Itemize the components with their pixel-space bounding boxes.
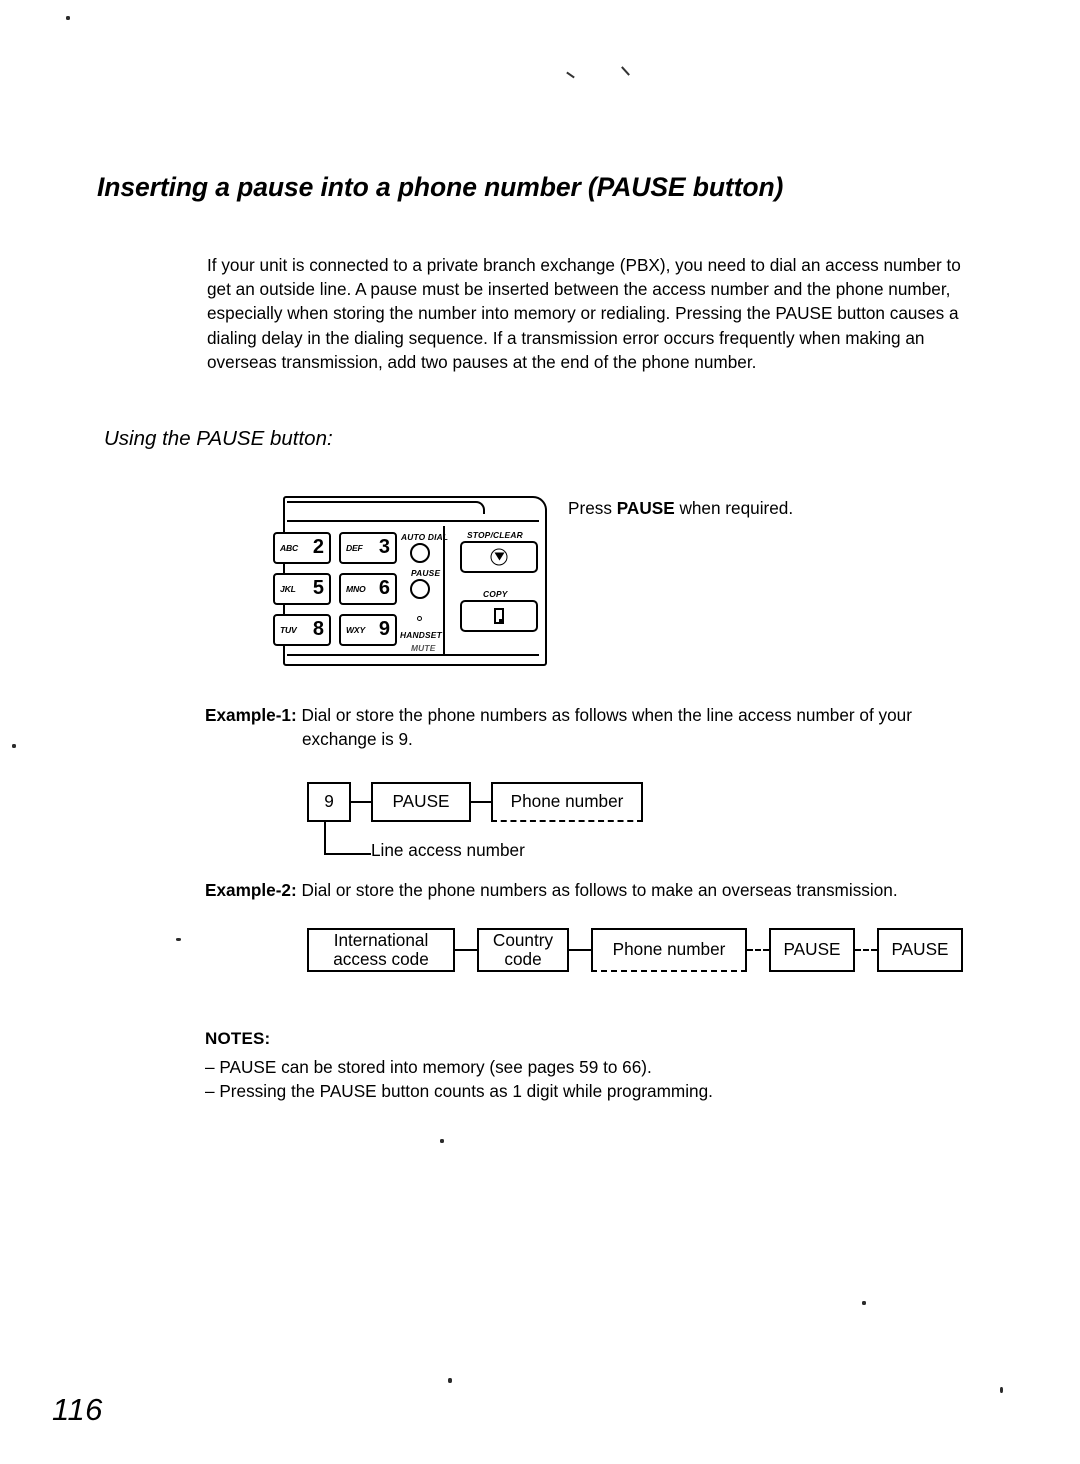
press-note-emphasis: PAUSE	[616, 498, 675, 518]
example-1-flow-diagram: 9 PAUSE Phone number	[307, 782, 643, 822]
callout-horizontal-line	[324, 853, 371, 855]
keypad-key-5[interactable]: JKL 5	[273, 573, 331, 605]
flow-connector	[455, 949, 477, 951]
flow-box-pause-2-label: PAUSE	[891, 939, 949, 960]
keypad-key-6-digit: 6	[378, 577, 390, 600]
scan-artifact	[440, 1139, 444, 1143]
keypad-key-3-digit: 3	[378, 536, 390, 559]
flow-box-access-digit: 9	[307, 782, 351, 822]
scan-artifact	[1000, 1387, 1003, 1393]
flow-box-international-access-code-line2: access code	[333, 949, 429, 969]
flow-box-phone-number: Phone number	[491, 782, 643, 822]
example-1-line2: exchange is 9.	[302, 728, 413, 749]
example-2-label: Example-2:	[205, 880, 297, 900]
section-subheading: Using the PAUSE button:	[104, 427, 333, 450]
flow-connector	[471, 801, 491, 803]
example-1-text: Example-1: Dial or store the phone numbe…	[205, 704, 980, 751]
stop-clear-button[interactable]	[460, 541, 538, 573]
flow-box-access-digit-label: 9	[324, 791, 334, 812]
copy-button[interactable]	[460, 600, 538, 632]
keypad-illustration: ABC 2 DEF 3 JKL 5 MNO 6 TUV 8 WXY 9 AUTO…	[273, 496, 547, 666]
page-number: 116	[52, 1392, 103, 1427]
scan-artifact	[12, 744, 16, 748]
keypad-key-2-letters: ABC	[280, 543, 299, 554]
keypad-key-5-letters: JKL	[280, 584, 296, 595]
callout-label: Line access number	[371, 840, 525, 860]
keypad-bottom-edge	[287, 654, 539, 656]
flow-box-pause-label: PAUSE	[392, 791, 450, 812]
document-page: Inserting a pause into a phone number (P…	[0, 0, 1080, 1464]
stop-clear-label: STOP/CLEAR	[467, 530, 523, 540]
scan-artifact	[448, 1378, 452, 1383]
example-2-flow-diagram: International access code Country code P…	[307, 928, 963, 972]
notes-item: – Pressing the PAUSE button counts as 1 …	[205, 1081, 713, 1101]
pause-label: PAUSE	[411, 568, 441, 578]
flow-box-phone-number: Phone number	[591, 928, 747, 972]
flow-box-pause-1: PAUSE	[769, 928, 855, 972]
keypad-key-5-digit: 5	[312, 577, 324, 600]
flow-box-pause-1-label: PAUSE	[783, 939, 841, 960]
notes-list: – PAUSE can be stored into memory (see p…	[205, 1055, 713, 1103]
auto-dial-label: AUTO DIAL	[401, 532, 449, 542]
callout-vertical-line	[324, 822, 326, 853]
press-note-prefix: Press	[568, 498, 617, 518]
handset-mute-sublabel: MUTE	[411, 643, 436, 653]
press-pause-note: Press PAUSE when required.	[568, 498, 793, 519]
handset-label: HANDSET	[400, 630, 442, 640]
flow-box-country-code-line1: Country	[492, 930, 554, 950]
keypad-key-6-letters: MNO	[346, 584, 366, 595]
keypad-key-9-letters: WXY	[346, 625, 365, 636]
keypad-key-8-letters: TUV	[280, 625, 297, 636]
keypad-vertical-divider	[443, 526, 445, 654]
flow-box-international-access-code-line1: International	[333, 930, 429, 950]
flow-box-country-code: Country code	[477, 928, 569, 972]
flow-box-phone-number-label: Phone number	[612, 939, 726, 960]
scan-artifact	[66, 16, 70, 20]
example-1-line1: Dial or store the phone numbers as follo…	[296, 705, 912, 725]
flow-box-phone-number-label: Phone number	[510, 791, 624, 812]
example-1-label: Example-1:	[205, 705, 297, 725]
keypad-key-8[interactable]: TUV 8	[273, 614, 331, 646]
flow-box-pause: PAUSE	[371, 782, 471, 822]
copy-page-icon	[494, 608, 505, 625]
keypad-key-2-digit: 2	[312, 536, 324, 559]
copy-label: COPY	[483, 589, 508, 599]
scan-artifact	[862, 1301, 866, 1305]
keypad-key-8-digit: 8	[312, 618, 324, 641]
keypad-key-9-digit: 9	[378, 618, 390, 641]
keypad-key-2[interactable]: ABC 2	[273, 532, 331, 564]
page-title: Inserting a pause into a phone number (P…	[97, 172, 784, 202]
flow-box-pause-2: PAUSE	[877, 928, 963, 972]
keypad-top-band	[287, 500, 539, 522]
keypad-key-3[interactable]: DEF 3	[339, 532, 397, 564]
flow-box-country-code-line2: code	[504, 949, 542, 969]
scan-artifact	[176, 938, 181, 941]
auto-dial-button[interactable]	[410, 543, 430, 563]
example-2-text: Example-2: Dial or store the phone numbe…	[205, 879, 995, 903]
pause-button[interactable]	[410, 579, 430, 599]
keypad-key-9[interactable]: WXY 9	[339, 614, 397, 646]
handset-mute-led-icon	[417, 616, 422, 621]
press-note-suffix: when required.	[674, 498, 794, 518]
flow-connector	[351, 801, 371, 803]
intro-paragraph: If your unit is connected to a private b…	[207, 255, 961, 372]
stop-triangle-icon	[490, 548, 508, 566]
flow-connector	[747, 949, 769, 951]
flow-connector	[855, 949, 877, 951]
keypad-key-6[interactable]: MNO 6	[339, 573, 397, 605]
scan-artifact	[566, 71, 575, 79]
notes-item: – PAUSE can be stored into memory (see p…	[205, 1057, 652, 1077]
example-2-line1: Dial or store the phone numbers as follo…	[296, 880, 898, 900]
scan-artifact	[621, 66, 630, 76]
flow-box-international-access-code: International access code	[307, 928, 455, 972]
keypad-key-3-letters: DEF	[346, 543, 363, 554]
flow-connector	[569, 949, 591, 951]
notes-title: NOTES:	[205, 1029, 271, 1048]
